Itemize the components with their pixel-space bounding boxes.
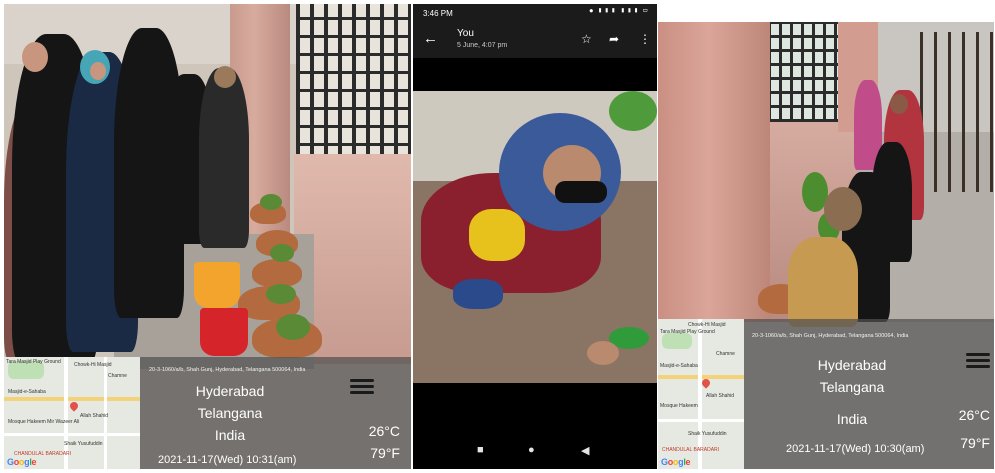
- blue-shoe: [453, 279, 503, 309]
- hand: [587, 341, 619, 365]
- plant-seedling: [270, 244, 294, 262]
- plant-seedling: [260, 194, 282, 210]
- weather-haze-icon-line: [966, 365, 990, 368]
- map-label: Shaik Yusufuddin: [64, 441, 103, 447]
- stamp-temp-f: 79°F: [370, 445, 400, 461]
- map-label: Mosque Hakeem: [660, 403, 698, 409]
- sender-title: You: [457, 28, 474, 39]
- map-label: Chowk-Hi Masjid: [688, 322, 726, 328]
- stamp-city: Hyderabad: [195, 383, 265, 399]
- map-pin-icon: [700, 377, 712, 389]
- plant-pot: [252, 259, 302, 287]
- map-label: Tara Masjid Play Ground: [660, 329, 715, 335]
- back-arrow-icon[interactable]: ←: [423, 30, 438, 47]
- app-bar: ← You 5 June, 4:07 pm ☆ ➦ ⋮: [413, 24, 657, 58]
- person-black-abaya: [199, 68, 249, 248]
- weather-haze-icon-line: [350, 391, 374, 394]
- stamp-datetime: 2021-11-17(Wed) 10:30(am): [786, 443, 925, 455]
- map-pin-icon: [68, 400, 80, 412]
- stamp-temp-c: 26°C: [958, 407, 990, 423]
- weather-haze-icon-line: [350, 385, 374, 388]
- back-icon[interactable]: ◀: [581, 444, 589, 457]
- photo-panel-left: Tara Masjid Play Ground Chowk-Hi Masjid …: [4, 4, 411, 469]
- map-label: Chamne: [108, 373, 127, 379]
- home-icon[interactable]: ●: [528, 444, 535, 456]
- map-label: Mosque Hakeem Mir Wazeer Ali: [8, 419, 80, 425]
- stamp-datetime: 2021-11-17(Wed) 10:31(am): [158, 454, 297, 466]
- mini-map: Chowk-Hi Masjid Tara Masjid Play Ground …: [658, 319, 744, 469]
- map-label: Allah Shahid: [80, 413, 109, 419]
- map-label: CHANDULAL BARADARI: [662, 447, 720, 453]
- photo-panel-right: Chowk-Hi Masjid Tara Masjid Play Ground …: [658, 22, 994, 469]
- map-label: Allah Shahid: [706, 393, 735, 399]
- star-icon[interactable]: ☆: [581, 32, 592, 46]
- stamp-state: Telangana: [819, 379, 885, 395]
- leafy-plant: [609, 91, 657, 131]
- map-label: Masjid-e-Sahaba: [8, 389, 46, 395]
- pillar-foreground: [658, 22, 770, 322]
- stamp-temp-c: 26°C: [368, 423, 400, 439]
- map-label: Tara Masjid Play Ground: [6, 359, 61, 365]
- person-face: [890, 94, 908, 114]
- person-face: [22, 42, 48, 72]
- status-icons: ⏺ ▮▮▮ ▮▮▮ ▭: [589, 8, 649, 15]
- stamp-state: Telangana: [197, 405, 263, 421]
- map-label: Shaik Yusufuddin: [688, 431, 727, 437]
- android-nav-bar: ■ ● ◀: [413, 433, 657, 469]
- map-road: [4, 433, 140, 436]
- sent-timestamp: 5 June, 4:07 pm: [457, 42, 508, 49]
- stamp-country: India: [836, 411, 868, 427]
- balcony-rail: [920, 32, 994, 192]
- person-beige-hijab: [214, 66, 236, 88]
- map-park: [662, 333, 692, 349]
- stamp-city: Hyderabad: [817, 357, 887, 373]
- more-options-icon[interactable]: ⋮: [639, 32, 651, 46]
- person-face: [90, 62, 106, 80]
- planting-photo: [413, 91, 657, 383]
- status-bar: 3:46 PM ⏺ ▮▮▮ ▮▮▮ ▭: [413, 4, 657, 24]
- stamp-address: 20-3-1060/a/b, Shah Gunj, Hyderabad, Tel…: [752, 333, 909, 339]
- map-road: [658, 419, 744, 422]
- person-mustard-hijab: [788, 237, 858, 327]
- yellow-floral-print: [469, 209, 525, 261]
- map-road: [4, 397, 140, 401]
- weather-haze-icon-line: [966, 359, 990, 362]
- geotag-overlay: Tara Masjid Play Ground Chowk-Hi Masjid …: [4, 357, 411, 469]
- phone-screenshot: 3:46 PM ⏺ ▮▮▮ ▮▮▮ ▭ ← You 5 June, 4:07 p…: [413, 4, 657, 469]
- stamp-temp-f: 79°F: [960, 435, 990, 451]
- mini-map: Tara Masjid Play Ground Chowk-Hi Masjid …: [4, 357, 140, 469]
- map-label: Chowk-Hi Masjid: [74, 362, 112, 368]
- recents-icon[interactable]: ■: [477, 444, 484, 456]
- orange-bucket: [194, 262, 240, 308]
- weather-haze-icon: [966, 353, 990, 356]
- plant-seedling: [266, 284, 296, 304]
- person-brown-hijab: [824, 187, 862, 231]
- face-mask: [555, 181, 607, 203]
- weather-haze-icon: [350, 379, 374, 382]
- share-icon[interactable]: ➦: [609, 32, 619, 46]
- red-bucket: [200, 308, 248, 356]
- stamp-country: India: [214, 427, 246, 443]
- stamp-address: 20-3-1060/a/b, Shah Gunj, Hyderabad, Tel…: [149, 367, 306, 373]
- google-logo: Google: [7, 457, 37, 467]
- plant-seedling: [276, 314, 310, 340]
- map-label: Chamne: [716, 351, 735, 357]
- google-logo: Google: [661, 457, 691, 467]
- geotag-overlay: Chowk-Hi Masjid Tara Masjid Play Ground …: [658, 319, 994, 469]
- status-time: 3:46 PM: [423, 9, 453, 18]
- map-label: Masjid-e-Sahaba: [660, 363, 698, 369]
